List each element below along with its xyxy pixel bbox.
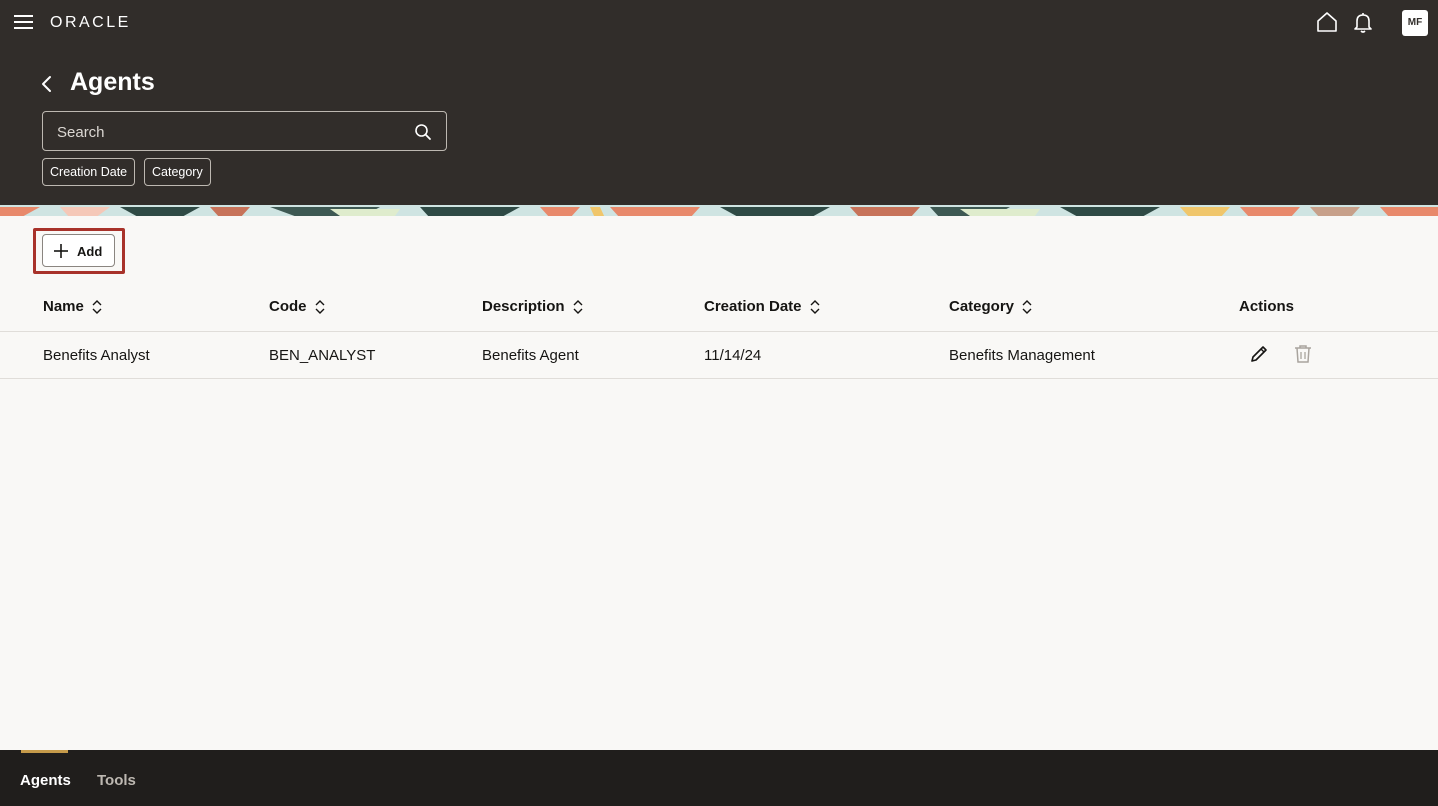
home-icon[interactable] (1316, 11, 1338, 33)
cell-creation-date: 11/14/24 (704, 347, 762, 364)
cell-code: BEN_ANALYST (269, 347, 376, 364)
column-header-category[interactable]: Category (949, 298, 1032, 315)
column-header-actions: Actions (1239, 298, 1295, 315)
page-title: Agents (70, 68, 155, 96)
decorative-banner (0, 205, 1438, 216)
cell-description: Benefits Agent (482, 347, 579, 364)
oracle-logo[interactable]: ORACLE (50, 14, 131, 32)
bell-icon[interactable] (1352, 11, 1374, 33)
search-input[interactable] (57, 122, 397, 142)
sort-icon[interactable] (1022, 299, 1032, 314)
column-header-name[interactable]: Name (43, 298, 102, 315)
tab-tools[interactable]: Tools (97, 772, 136, 789)
sort-icon[interactable] (573, 299, 583, 314)
menu-icon[interactable] (14, 12, 36, 34)
sort-icon[interactable] (92, 299, 102, 314)
sort-icon[interactable] (810, 299, 820, 314)
filter-chip-creation-date[interactable]: Creation Date (42, 158, 136, 186)
bottom-tab-bar: Agents Tools (0, 750, 1438, 806)
add-button-label: Add (77, 244, 103, 259)
back-arrow-icon[interactable] (38, 74, 56, 94)
app-header: ORACLE MF Agents Creation Date Category (0, 0, 1438, 205)
column-header-description[interactable]: Description (482, 298, 583, 315)
plus-icon (54, 244, 68, 258)
tab-agents[interactable]: Agents (20, 772, 71, 789)
sort-icon[interactable] (315, 299, 325, 314)
filter-chip-category[interactable]: Category (144, 158, 211, 186)
edit-icon[interactable] (1249, 344, 1269, 364)
trash-icon (1295, 345, 1311, 363)
search-icon[interactable] (414, 123, 432, 141)
column-header-code[interactable]: Code (269, 298, 325, 315)
add-button[interactable]: Add (42, 234, 115, 267)
cell-name: Benefits Analyst (43, 347, 150, 364)
search-field[interactable] (42, 111, 447, 151)
cell-category: Benefits Management (949, 347, 1095, 364)
column-header-creation-date[interactable]: Creation Date (704, 298, 820, 315)
avatar[interactable]: MF (1402, 10, 1428, 36)
active-tab-indicator (21, 750, 68, 753)
